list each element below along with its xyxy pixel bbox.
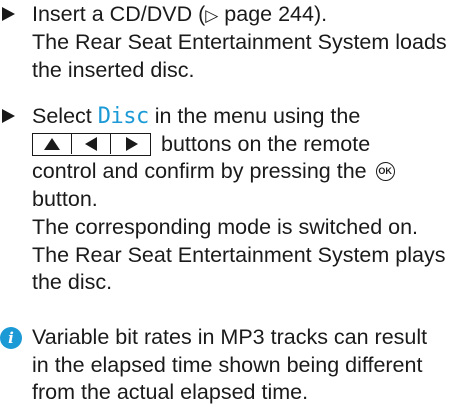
step1-line3: the inserted disc. xyxy=(32,57,195,82)
step-bullet-icon xyxy=(2,109,15,124)
manual-page: Insert a CD/DVD (▷ page 244). The Rear S… xyxy=(0,0,461,407)
step1-line1: Insert a CD/DVD (▷ page 244). xyxy=(32,0,327,30)
step-bullet-icon xyxy=(2,7,15,22)
step2-text: in the menu using the xyxy=(148,103,361,128)
step2-text: Select xyxy=(32,103,98,128)
note-line1: Variable bit rates in MP3 tracks can res… xyxy=(32,324,428,349)
step2-text: buttons on the remote xyxy=(161,131,371,156)
up-arrow-button-icon xyxy=(33,133,72,154)
step1-line2: The Rear Seat Entertainment System loads xyxy=(32,29,447,54)
menu-item-disc: Disc xyxy=(97,103,149,129)
step2-line1: Select Disc in the menu using the xyxy=(32,102,360,131)
left-arrow-button-icon xyxy=(72,133,111,154)
note-line2: in the elapsed time shown being differen… xyxy=(32,352,423,377)
step2-line7: the disc. xyxy=(32,270,113,295)
step2-text: control and confirm by pressing the xyxy=(32,159,373,184)
ok-button-icon: OK xyxy=(375,161,395,181)
step2-line5: The corresponding mode is switched on. xyxy=(32,214,419,239)
note-line3: from the actual elapsed time. xyxy=(32,380,309,405)
step2-line6: The Rear Seat Entertainment System plays xyxy=(32,242,446,267)
right-arrow-button-icon xyxy=(111,134,150,154)
step2-line3: control and confirm by pressing the OK xyxy=(32,157,398,185)
page-reference: page 244). xyxy=(218,2,328,26)
info-icon: i xyxy=(0,326,22,349)
page-reference-arrow-icon: ▷ xyxy=(205,6,219,25)
step1-text: Insert a CD/DVD ( xyxy=(32,2,206,26)
step2-line2: buttons on the remote xyxy=(32,130,370,158)
remote-buttons xyxy=(32,132,151,156)
step2-line4: button. xyxy=(32,187,98,211)
